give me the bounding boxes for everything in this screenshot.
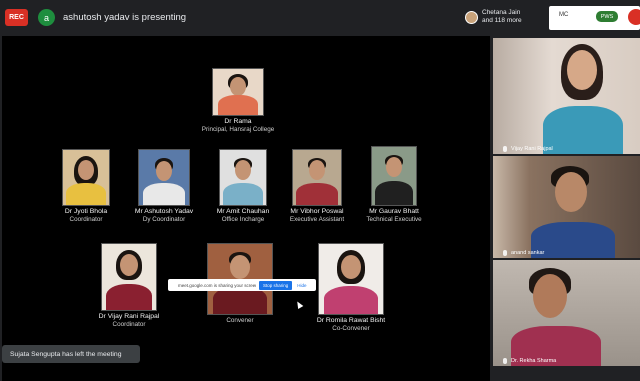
participant-tile[interactable]: Dr. Rekha Sharma [493,260,640,366]
mic-icon [503,358,507,364]
member-name: Dr Romila Rawat Bisht [316,317,386,324]
participant-avatar [465,10,478,24]
participants-more: and 118 more [482,17,522,24]
member-role: Coordinator [112,321,146,328]
team-member-card: Mr Vibhor Poswal Executive Assistant [278,149,356,224]
member-role: Coordinator [69,216,103,223]
logo-emblem-icon [628,9,640,25]
member-role: Convener [226,317,254,324]
member-role: Executive Assistant [289,216,345,223]
presentation-stage: Dr Rama Principal, Hansraj College Dr Jy… [2,36,490,381]
participant-left-toast: Sujata Sengupta has left the meeting [2,345,140,363]
presenter-avatar: a [38,9,55,26]
member-role: Technical Executive [366,216,422,223]
screen-share-bar: meet.google.com is sharing your screen S… [168,279,316,291]
member-name: Mr Ashutosh Yadav [134,208,194,215]
mic-icon [503,146,507,152]
presenting-status: ashutosh yadav is presenting [63,12,187,23]
participant-name: anand sankar [511,250,545,256]
member-name: Mr Amit Chauhan [216,208,270,215]
principal-photo [212,68,264,116]
hide-button[interactable]: Hide [297,283,306,288]
team-member-card: Dr Romila Rawat Bisht Co-Convener [306,243,396,333]
principal-card: Dr Rama Principal, Hansraj College [198,68,278,134]
member-name: Dr Jyoti Bhola [64,208,108,215]
member-role: Dy Coordinator [142,216,186,223]
member-photo [219,149,267,206]
member-name: Mr Vibhor Poswal [290,208,344,215]
member-photo [101,243,157,311]
participants-first: Chetana Jain [482,9,521,16]
recording-badge: REC [5,9,28,26]
share-message: meet.google.com is sharing your screen [178,282,256,288]
team-member-card: Mr Amit Chauhan Office Incharge [205,149,281,224]
logo-text: MC [559,12,569,18]
participant-name: Vijay Rani Rajpal [511,146,553,152]
member-photo [138,149,190,206]
participant-tile[interactable]: anand sankar [493,156,640,258]
member-name: Mr Gaurav Bhatt [369,208,419,215]
mouse-cursor-icon [294,299,304,310]
participants-summary[interactable]: Chetana Jain and 118 more [465,6,522,28]
mic-icon [503,250,507,256]
team-member-card: Dr Vijay Rani Rajpal Coordinator [84,243,174,329]
member-photo [62,149,110,206]
principal-role: Principal, Hansraj College [201,126,275,133]
stop-sharing-button[interactable]: Stop sharing [259,280,293,290]
participant-name: Dr. Rekha Sharma [511,358,557,364]
member-photo [318,243,384,315]
team-member-card: Dr Jyoti Bhola Coordinator [48,149,124,224]
member-photo [371,146,417,206]
participant-tile[interactable]: Vijay Rani Rajpal [493,38,640,154]
member-name: Dr Vijay Rani Rajpal [98,313,160,320]
meeting-top-bar: REC a ashutosh yadav is presenting Cheta… [0,0,640,34]
member-photo [292,149,342,206]
member-role: Co-Convener [332,325,370,332]
logo-badge: PWS [596,11,618,22]
member-role: Office Incharge [221,216,265,223]
principal-name: Dr Rama [224,118,252,125]
team-member-card: Mr Gaurav Bhatt Technical Executive [354,146,434,224]
team-member-card: Mr Ashutosh Yadav Dy Coordinator [117,149,211,224]
institution-logo: MC PWS [549,6,640,30]
